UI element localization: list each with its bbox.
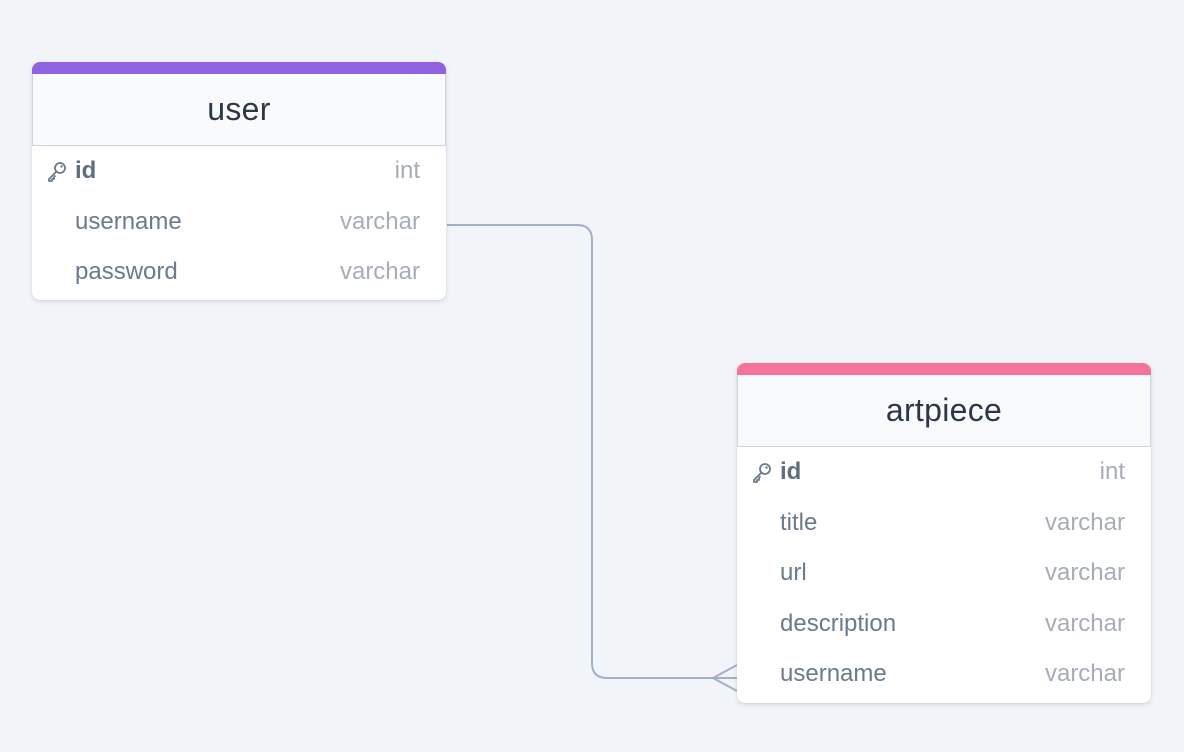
column-row-password[interactable]: password varchar (32, 247, 446, 298)
column-type: varchar (1044, 609, 1125, 637)
relationship-line (447, 224, 737, 679)
table-columns: id int username varchar password varchar (32, 146, 446, 298)
crows-foot-many-icon (710, 664, 738, 692)
column-name: id (75, 157, 97, 185)
column-type: varchar (1044, 508, 1125, 536)
column-row-id[interactable]: id int (32, 146, 446, 197)
column-name: url (780, 559, 807, 587)
table-accent-bar (737, 363, 1151, 375)
diagram-canvas: user id int username varchar password va… (0, 0, 1184, 752)
key-icon (48, 162, 66, 183)
key-icon (753, 463, 771, 484)
column-type: varchar (339, 207, 420, 235)
table-title: user (207, 91, 271, 127)
column-name: description (780, 609, 897, 637)
column-type: varchar (1044, 559, 1125, 587)
column-row-id[interactable]: id int (737, 447, 1151, 498)
column-row-username[interactable]: username varchar (737, 649, 1151, 700)
column-row-description[interactable]: description varchar (737, 599, 1151, 650)
table-user[interactable]: user id int username varchar password va… (32, 62, 446, 300)
column-name: password (75, 258, 178, 286)
column-name: username (780, 660, 887, 688)
column-type: varchar (339, 258, 420, 286)
table-columns: id int title varchar url varchar descrip… (737, 447, 1151, 700)
column-type: int (394, 157, 420, 185)
column-type: int (1099, 458, 1125, 486)
table-accent-bar (32, 62, 446, 74)
column-row-title[interactable]: title varchar (737, 498, 1151, 549)
column-name: username (75, 207, 182, 235)
column-name: id (780, 458, 802, 486)
table-artpiece[interactable]: artpiece id int title varchar url varcha… (737, 363, 1151, 703)
column-row-username[interactable]: username varchar (32, 197, 446, 248)
column-row-url[interactable]: url varchar (737, 548, 1151, 599)
table-header[interactable]: user (32, 74, 446, 146)
column-type: varchar (1044, 660, 1125, 688)
table-header[interactable]: artpiece (737, 375, 1151, 447)
column-name: title (780, 508, 818, 536)
table-title: artpiece (885, 392, 1003, 428)
